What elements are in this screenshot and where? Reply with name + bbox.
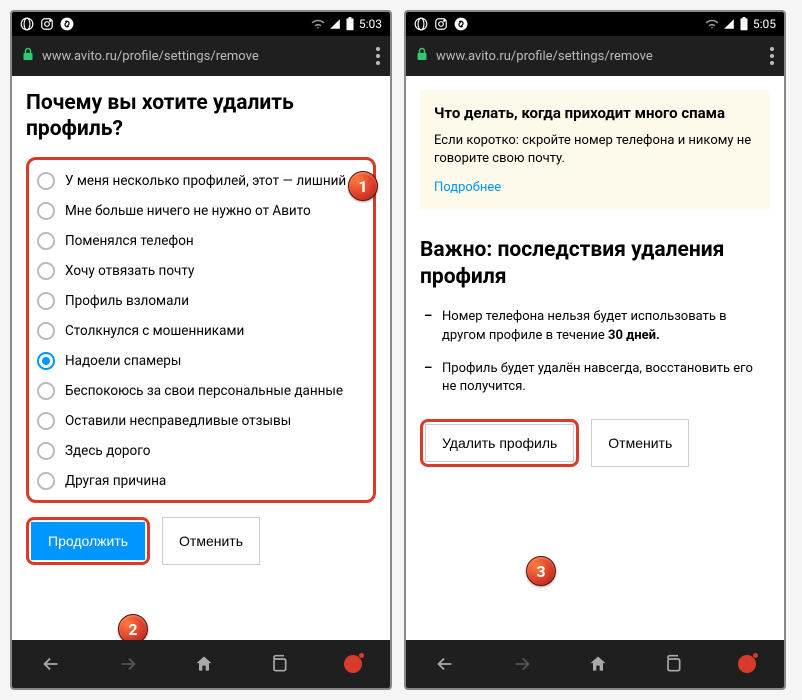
reason-label: Мне больше ничего не нужно от Авито: [65, 203, 311, 219]
reason-option[interactable]: Мне больше ничего не нужно от Авито: [33, 196, 369, 226]
radio-icon: [37, 292, 55, 310]
status-bar: 5:03: [12, 12, 390, 36]
callout-title: Что делать, когда приходит много спама: [434, 104, 756, 122]
annotation-badge-1: 1: [348, 171, 378, 201]
browser-nav-bar: [12, 640, 390, 688]
signal-icon: [329, 18, 341, 30]
reason-option[interactable]: Здесь дорого: [33, 436, 369, 466]
signal-icon: [723, 18, 735, 30]
home-icon[interactable]: [588, 654, 608, 674]
address-bar[interactable]: www.avito.ru/profile/settings/remove: [406, 36, 784, 76]
opera-menu-icon[interactable]: [344, 655, 362, 673]
reason-option[interactable]: У меня несколько профилей, этот — лишний: [33, 166, 369, 196]
continue-highlight: Продолжить: [26, 517, 150, 565]
info-callout: Что делать, когда приходит много спама Е…: [420, 90, 770, 209]
instagram-icon: [40, 17, 54, 31]
opera-menu-icon[interactable]: [738, 655, 756, 673]
address-bar[interactable]: www.avito.ru/profile/settings/remove: [12, 36, 390, 76]
page-title: Важно: последствия удаления профиля: [420, 237, 770, 290]
reason-label: Поменялся телефон: [65, 233, 194, 249]
reason-option[interactable]: Надоели спамеры: [33, 346, 369, 376]
reason-label: Оставили несправедливые отзывы: [65, 413, 291, 429]
reason-label: Надоели спамеры: [65, 353, 181, 369]
back-icon[interactable]: [434, 653, 456, 675]
reason-label: Профиль взломали: [65, 293, 189, 309]
tabs-icon[interactable]: [663, 654, 683, 674]
battery-icon: [345, 17, 355, 31]
radio-icon: [37, 472, 55, 490]
radio-icon: [37, 382, 55, 400]
menu-button[interactable]: [770, 47, 774, 65]
reason-option[interactable]: Другая причина: [33, 466, 369, 496]
reason-label: Здесь дорого: [65, 443, 150, 459]
list-item: Профиль будет удалён навсегда, восстанов…: [420, 360, 770, 398]
opera-icon: [20, 17, 34, 31]
radio-icon: [37, 442, 55, 460]
status-bar: 5:05: [406, 12, 784, 36]
menu-button[interactable]: [376, 47, 380, 65]
continue-button[interactable]: Продолжить: [31, 522, 145, 560]
radio-icon: [37, 172, 55, 190]
reason-radio-group: У меня несколько профилей, этот — лишний…: [26, 157, 376, 503]
phone-left: 5:03 www.avito.ru/profile/settings/remov…: [10, 10, 392, 690]
reason-option[interactable]: Столкнулся с мошенниками: [33, 316, 369, 346]
wifi-icon: [311, 18, 325, 30]
lock-icon: [416, 47, 428, 65]
url-text: www.avito.ru/profile/settings/remove: [42, 49, 259, 64]
reason-option[interactable]: Беспокоюсь за свои персональные данные: [33, 376, 369, 406]
radio-icon: [37, 352, 55, 370]
home-icon[interactable]: [194, 654, 214, 674]
reason-option[interactable]: Поменялся телефон: [33, 226, 369, 256]
reason-option[interactable]: Оставили несправедливые отзывы: [33, 406, 369, 436]
forward-icon[interactable]: [511, 653, 533, 675]
forward-icon[interactable]: [117, 653, 139, 675]
radio-icon: [37, 262, 55, 280]
opera-icon: [414, 17, 428, 31]
status-time: 5:05: [753, 17, 776, 31]
cancel-button[interactable]: Отменить: [162, 517, 260, 565]
phone-right: 5:05 www.avito.ru/profile/settings/remov…: [404, 10, 786, 690]
url-text: www.avito.ru/profile/settings/remove: [436, 49, 653, 64]
list-item: Номер телефона нельзя будет использовать…: [420, 308, 770, 346]
radio-icon: [37, 322, 55, 340]
radio-icon: [37, 412, 55, 430]
consequences-list: Номер телефона нельзя будет использовать…: [420, 308, 770, 397]
wifi-icon: [705, 18, 719, 30]
callout-link[interactable]: Подробнее: [434, 180, 501, 195]
back-icon[interactable]: [40, 653, 62, 675]
tabs-icon[interactable]: [269, 654, 289, 674]
reason-label: У меня несколько профилей, этот — лишний: [65, 173, 346, 189]
status-time: 5:03: [359, 17, 382, 31]
delete-highlight: Удалить профиль: [420, 419, 579, 467]
lock-icon: [22, 47, 34, 65]
shazam-icon: [454, 17, 468, 31]
cancel-button[interactable]: Отменить: [591, 419, 689, 467]
instagram-icon: [434, 17, 448, 31]
reason-label: Хочу отвязать почту: [65, 263, 194, 279]
reason-label: Столкнулся с мошенниками: [65, 323, 244, 339]
reason-label: Другая причина: [65, 473, 166, 489]
annotation-badge-3: 3: [526, 556, 556, 586]
radio-icon: [37, 232, 55, 250]
radio-icon: [37, 202, 55, 220]
page-title: Почему вы хотите удалить профиль?: [26, 90, 376, 143]
reason-option[interactable]: Хочу отвязать почту: [33, 256, 369, 286]
battery-icon: [739, 17, 749, 31]
delete-profile-button[interactable]: Удалить профиль: [425, 424, 574, 462]
reason-option[interactable]: Профиль взломали: [33, 286, 369, 316]
browser-nav-bar: [406, 640, 784, 688]
annotation-badge-2: 2: [118, 614, 148, 640]
shazam-icon: [60, 17, 74, 31]
reason-label: Беспокоюсь за свои персональные данные: [65, 383, 343, 399]
callout-text: Если коротко: скройте номер телефона и н…: [434, 132, 756, 168]
